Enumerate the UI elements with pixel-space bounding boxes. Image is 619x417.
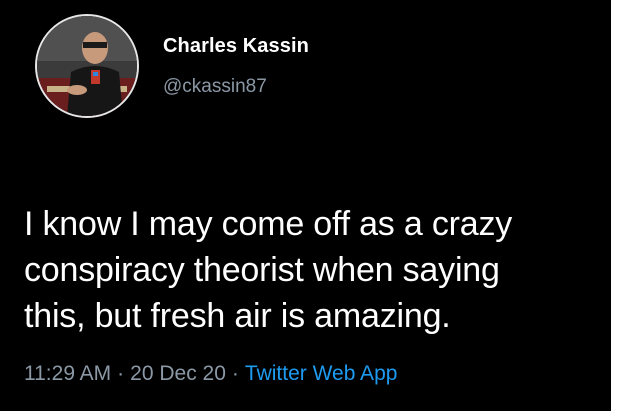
user-handle[interactable]: @ckassin87: [163, 76, 267, 98]
avatar-image: [37, 16, 137, 116]
tweet-time[interactable]: 11:29 AM: [24, 362, 111, 385]
tweet-card: Charles Kassin @ckassin87 I know I may c…: [0, 0, 615, 411]
display-name[interactable]: Charles Kassin: [163, 35, 309, 58]
separator-dot: ·: [117, 362, 125, 385]
tweet-text-line: this, but fresh air is amazing.: [24, 297, 451, 335]
tweet-text-line: I know I may come off as a crazy: [24, 205, 513, 243]
tweet-text: I know I may come off as a crazy conspir…: [24, 201, 604, 339]
tweet-date[interactable]: 20 Dec 20: [130, 362, 226, 385]
avatar[interactable]: [35, 14, 139, 118]
separator-dot: ·: [231, 362, 239, 385]
tweet-source-link[interactable]: Twitter Web App: [245, 362, 398, 385]
tweet-metadata: 11:29 AM · 20 Dec 20 · Twitter Web App: [24, 362, 397, 386]
tweet-text-line: conspiracy theorist when saying: [24, 251, 500, 289]
